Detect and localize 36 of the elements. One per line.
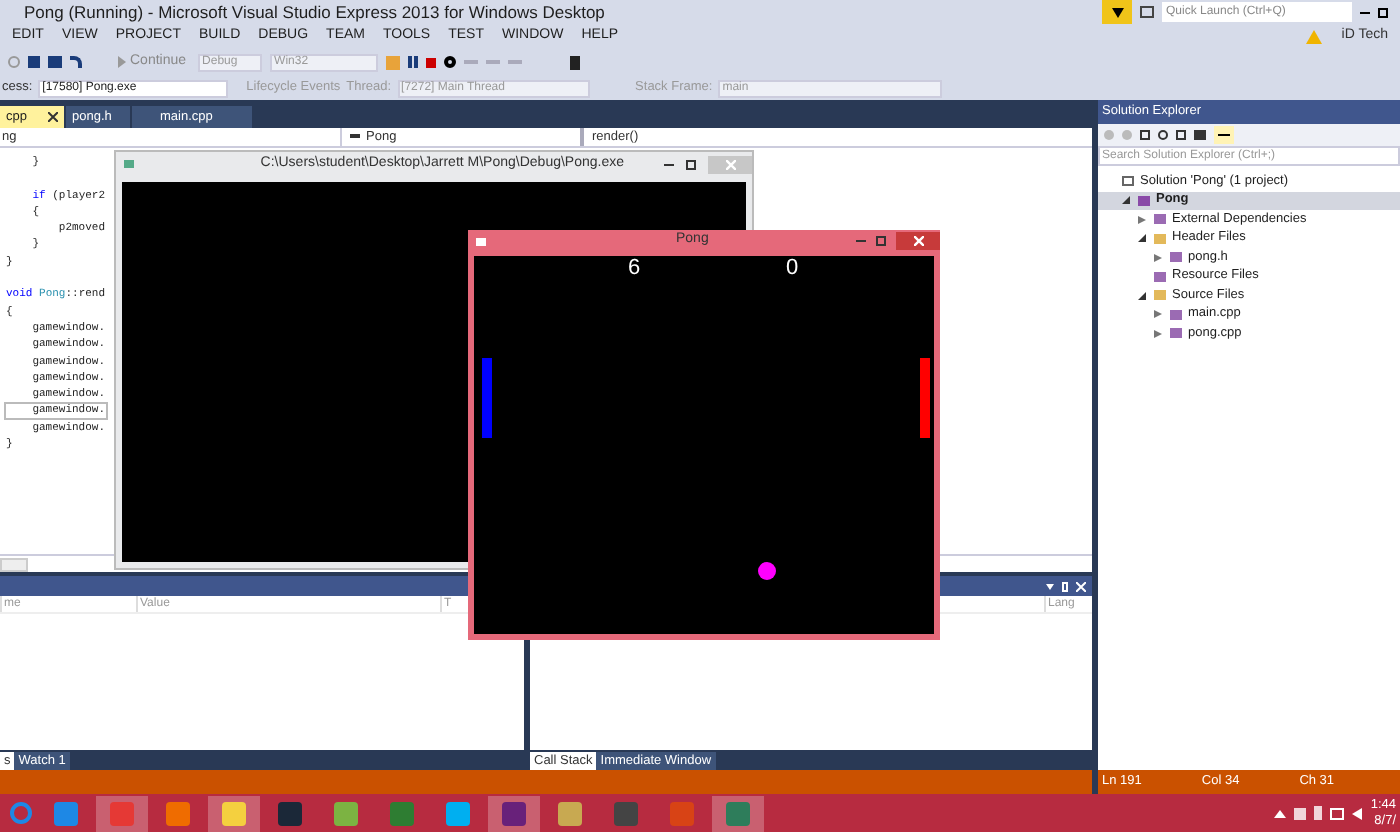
app-icon [476,237,486,245]
feedback-icon[interactable] [1140,6,1154,18]
taskbar-app[interactable] [208,795,260,831]
undo-icon[interactable] [70,56,82,68]
sync-icon[interactable] [1158,130,1168,140]
close-icon[interactable] [48,112,58,122]
collapsed-icon[interactable] [1154,329,1162,338]
restart-icon[interactable] [444,56,457,68]
maximize-icon[interactable] [686,159,696,169]
window-title: Pong (Running) - Microsoft Visual Studio Express 2013 for Windows Desktop [24,0,605,25]
dropdown-icon[interactable] [1046,583,1054,589]
tray-arrow-icon[interactable] [1274,809,1287,817]
close-button[interactable] [896,232,940,250]
taskbar-app[interactable] [488,795,540,831]
collapsed-icon[interactable] [1138,215,1146,224]
speaker-icon[interactable] [1352,807,1363,819]
expanded-icon[interactable] [1122,196,1130,205]
expanded-icon[interactable] [1138,234,1146,243]
score: 6 [628,256,641,280]
console-icon [124,160,134,168]
stop-icon[interactable] [426,57,437,67]
filter-icon[interactable] [1102,0,1132,24]
minimize-icon[interactable] [664,163,674,165]
bookmark-icon[interactable] [570,55,581,69]
battery-icon[interactable] [1314,806,1323,820]
flag-icon[interactable] [1294,807,1307,819]
pause-icon[interactable] [408,56,419,68]
network-icon[interactable] [1330,807,1345,819]
collapsed-icon[interactable] [1154,253,1162,262]
restore-icon[interactable] [1378,7,1388,17]
collapsed-icon[interactable] [1154,310,1162,319]
minimize-icon[interactable] [1360,11,1370,13]
score: 0 [786,256,799,280]
collapse-icon[interactable] [1176,130,1186,140]
expanded-icon[interactable] [1138,291,1146,300]
home-icon[interactable] [1140,130,1150,140]
